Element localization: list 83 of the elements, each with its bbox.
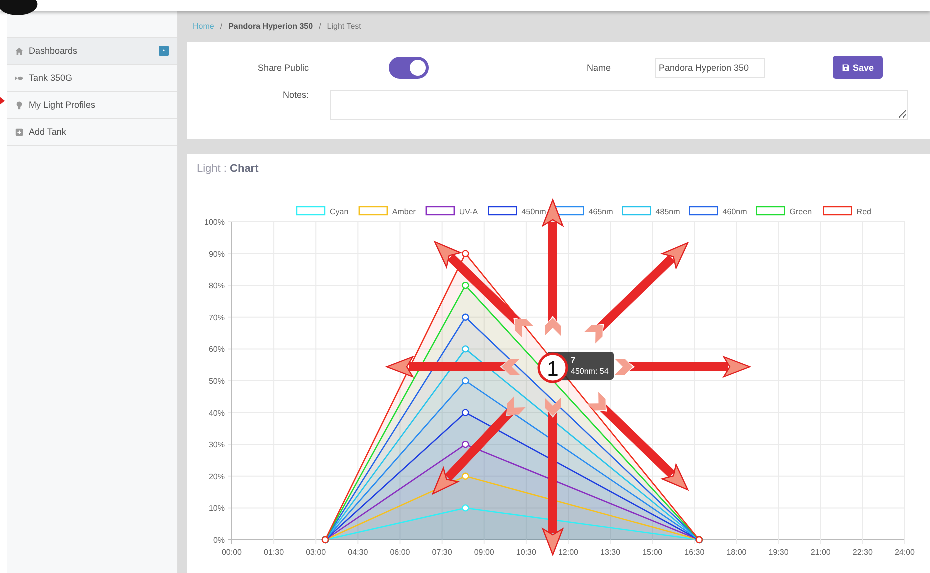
legend-swatch (426, 206, 455, 216)
legend-label: Red (856, 208, 872, 216)
sidebar-item[interactable]: Dashboards (7, 37, 177, 65)
x-axis-label: 04:30 (348, 548, 368, 557)
x-axis-label: 10:30 (516, 548, 536, 557)
data-point (462, 282, 470, 290)
y-axis-label: 0% (213, 536, 225, 545)
y-axis-label: 30% (208, 440, 225, 450)
y-axis-label: 40% (208, 408, 225, 418)
legend-label: 450nm (522, 208, 546, 216)
field-label: Share Public (256, 62, 309, 72)
x-axis-label: 16:30 (684, 548, 705, 557)
tooltip-value: 450nm: 54 (571, 366, 609, 377)
y-axis-label: 80% (208, 282, 225, 291)
y-axis-label: 10% (208, 504, 225, 514)
home-icon (15, 46, 24, 56)
share-public-toggle[interactable] (389, 56, 429, 78)
x-axis-label: 00:00 (222, 548, 242, 557)
legend-label: 460nm (722, 208, 748, 216)
save-icon (842, 64, 850, 72)
y-axis-label: 50% (208, 377, 225, 386)
breadcrumb-item[interactable]: Pandora Hyperion 350 (228, 22, 314, 31)
data-point (462, 377, 470, 385)
x-axis-label: 01:30 (264, 548, 284, 557)
sidebar-item-label[interactable]: My Light Profiles (29, 100, 169, 110)
y-axis-label: 20% (208, 472, 225, 482)
callout-marker (0, 0, 38, 16)
notes-field[interactable] (330, 90, 908, 120)
x-axis-label: 07:30 (432, 548, 452, 557)
plus-square-icon (15, 128, 24, 136)
annotation-arrow (0, 97, 5, 105)
legend-swatch (296, 206, 326, 216)
y-axis-label: 70% (208, 313, 225, 322)
data-point (462, 504, 470, 512)
lightbulb-icon (15, 100, 24, 110)
legend-label: Cyan (330, 208, 349, 216)
legend-swatch (622, 206, 652, 216)
x-axis-label: 06:00 (390, 548, 410, 557)
legend-label: Amber (392, 208, 416, 216)
data-point (462, 250, 470, 258)
legend-label: UV-A (459, 208, 478, 216)
data-point (462, 346, 470, 353)
data-point (462, 314, 470, 321)
chart-title: Light : Chart (196, 162, 260, 177)
y-axis-label: 90% (208, 250, 225, 259)
legend-label: 485nm (656, 208, 680, 216)
sidebar-item[interactable]: Add Tank (7, 119, 177, 146)
legend-swatch (358, 206, 388, 216)
sidebar-item-label[interactable]: Add Tank (29, 127, 169, 137)
legend-label: 465nm (588, 208, 614, 216)
legend-label: Green (790, 208, 812, 216)
x-axis-label: 03:00 (306, 548, 326, 557)
legend-swatch (555, 206, 584, 216)
data-point (462, 472, 470, 480)
data-point (462, 409, 470, 416)
y-axis-label: 100% (204, 218, 225, 227)
x-axis-label: 18:00 (726, 548, 747, 557)
field-label: Notes: (282, 90, 309, 100)
breadcrumb-separator: / (220, 22, 223, 31)
save-button[interactable]: Save (833, 56, 883, 79)
x-axis-label: 21:00 (810, 548, 831, 557)
legend-swatch (689, 206, 718, 216)
x-axis-label: 12:00 (558, 548, 579, 557)
breadcrumb-current: Light Test (327, 22, 362, 31)
legend-swatch (756, 206, 786, 216)
sidebar-item-label[interactable]: Tank 350G (29, 73, 169, 83)
sidebar-item-label[interactable]: Dashboards (29, 46, 154, 56)
field-label: Name (587, 62, 612, 72)
tooltip-title: 7 (571, 355, 576, 366)
x-axis-label: 13:30 (600, 548, 621, 557)
x-axis-label: 19:30 (768, 548, 789, 557)
x-axis-label: 24:00 (894, 548, 916, 557)
x-axis-label: 15:00 (642, 548, 663, 557)
sidebar-item[interactable]: Tank 350G (7, 65, 177, 92)
x-axis-label: 22:30 (852, 548, 873, 557)
y-axis-label: 60% (208, 345, 225, 354)
name-field[interactable]: Pandora Hyperion 350 (655, 58, 765, 78)
breadcrumb-separator: / (319, 22, 322, 31)
legend-swatch (823, 206, 852, 216)
data-point (462, 441, 470, 448)
x-axis-label: 09:00 (474, 548, 494, 557)
legend-swatch (488, 206, 518, 216)
sidebar-item[interactable]: My Light Profiles (7, 92, 177, 119)
